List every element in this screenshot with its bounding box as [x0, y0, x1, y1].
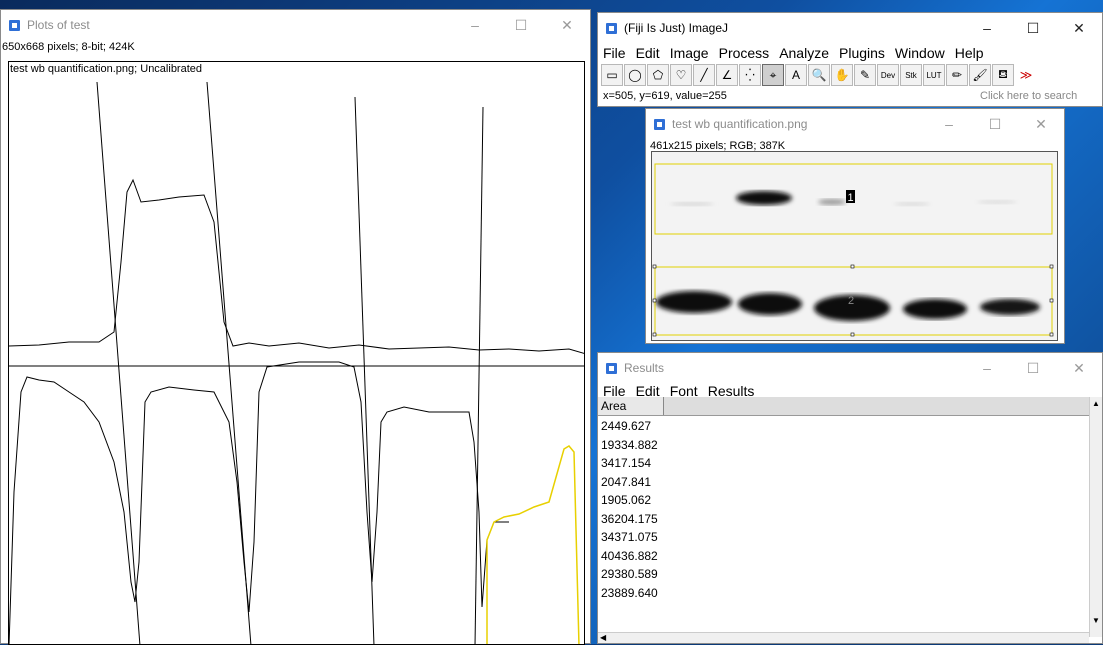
point-tool-icon[interactable]: ⁛ [739, 64, 761, 86]
menu-plugins[interactable]: Plugins [834, 45, 890, 61]
profile-plot-svg [9, 81, 584, 644]
results-window-title: Results [624, 361, 665, 375]
peak-divider-line [206, 81, 252, 644]
angle-tool-icon[interactable]: ∠ [716, 64, 738, 86]
peak-divider-line [96, 81, 141, 644]
text-tool-icon[interactable]: A [785, 64, 807, 86]
minimize-button[interactable]: – [452, 10, 498, 40]
pencil-tool-icon[interactable]: ✏ [946, 64, 968, 86]
selected-peak-curve [486, 445, 580, 644]
imagej-app-icon [606, 22, 617, 34]
roi-label-2: 2 [848, 295, 854, 307]
table-row[interactable]: 2047.841 [601, 473, 658, 492]
polygon-tool-icon[interactable]: ⬠ [647, 64, 669, 86]
table-row[interactable]: 19334.882 [601, 436, 658, 455]
lane-1-profile-curve [9, 178, 584, 354]
plots-titlebar[interactable]: Plots of test – ☐ ✕ [1, 10, 590, 40]
menu-file[interactable]: File [598, 45, 631, 61]
results-table-header: Area [598, 397, 1089, 416]
plots-image-info: 650x668 pixels; 8-bit; 424K [2, 41, 135, 53]
menu-help[interactable]: Help [950, 45, 989, 61]
image-window-title: test wb quantification.png [672, 117, 808, 131]
table-row[interactable]: 36204.175 [601, 510, 658, 529]
menu-process[interactable]: Process [714, 45, 775, 61]
brush-tool-icon[interactable]: 🖌 [969, 64, 991, 86]
stk-tool-icon[interactable]: Stk [900, 64, 922, 86]
close-button[interactable]: ✕ [544, 10, 590, 40]
dev-tool-icon[interactable]: Dev [877, 64, 899, 86]
close-button[interactable]: ✕ [1056, 353, 1102, 383]
maximize-button[interactable]: ☐ [972, 109, 1018, 139]
more-tools-icon[interactable]: ≫ [1015, 64, 1037, 86]
western-blot-image[interactable]: 1 2 [651, 151, 1058, 341]
menu-image[interactable]: Image [665, 45, 714, 61]
horizontal-scrollbar[interactable]: ◀ [598, 632, 1089, 643]
roi-label-1: 1 [847, 192, 853, 204]
line-tool-icon[interactable]: ╱ [693, 64, 715, 86]
imagej-app-icon [606, 362, 617, 374]
table-row[interactable]: 1905.062 [601, 491, 658, 510]
imagej-app-icon [654, 118, 665, 130]
table-row[interactable]: 2449.627 [601, 417, 658, 436]
rectangle-tool-icon[interactable]: ▭ [601, 64, 623, 86]
band-lane-5-bottom [980, 299, 1040, 315]
menu-edit[interactable]: Edit [631, 45, 665, 61]
table-row[interactable]: 40436.882 [601, 547, 658, 566]
freehand-tool-icon[interactable]: ♡ [670, 64, 692, 86]
status-bar: x=505, y=619, value=255 Click here to se… [598, 87, 1102, 105]
results-table-body: 2449.627 19334.882 3417.154 2047.841 1905.06… [601, 417, 658, 602]
western-blot-svg: 1 2 [652, 152, 1057, 340]
imagej-menubar: File Edit Image Process Analyze Plugins … [598, 43, 1102, 63]
peak-divider-line [474, 106, 484, 644]
table-row[interactable]: 29380.589 [601, 565, 658, 584]
lut-tool-icon[interactable]: LUT [923, 64, 945, 86]
band-lane-3-top [818, 199, 846, 205]
maximize-button[interactable]: ☐ [1010, 353, 1056, 383]
area-column-header[interactable]: Area [598, 397, 664, 415]
color-picker-tool-icon[interactable]: ✎ [854, 64, 876, 86]
imagej-window-title: (Fiji Is Just) ImageJ [624, 21, 729, 35]
imagej-app-icon [9, 19, 20, 31]
band-lane-2-bottom [738, 293, 802, 315]
plots-window[interactable]: Plots of test – ☐ ✕ 650x668 pixels; 8-bi… [0, 9, 591, 645]
vertical-scrollbar[interactable]: ▲ ▼ [1089, 397, 1102, 637]
scroll-left-icon[interactable]: ◀ [600, 633, 606, 642]
lane-2-profile-curve [9, 361, 509, 644]
scroll-up-icon[interactable]: ▲ [1092, 399, 1100, 408]
imagej-toolbar: ▭ ◯ ⬠ ♡ ╱ ∠ ⁛ ⌖ A 🔍 ✋ ✎ Dev Stk LUT ✏ 🖌 ⛾ ≫ [598, 63, 1102, 87]
wand-tool-icon[interactable]: ⌖ [762, 64, 784, 86]
maximize-button[interactable]: ☐ [1010, 13, 1056, 43]
minimize-button[interactable]: – [926, 109, 972, 139]
table-row[interactable]: 3417.154 [601, 454, 658, 473]
band-lane-2-top [736, 191, 792, 205]
magnifier-tool-icon[interactable]: 🔍 [808, 64, 830, 86]
oval-tool-icon[interactable]: ◯ [624, 64, 646, 86]
lane-profile-plot-canvas[interactable] [8, 61, 585, 645]
scroll-down-icon[interactable]: ▼ [1092, 616, 1100, 625]
minimize-button[interactable]: – [964, 13, 1010, 43]
band-lane-4-bottom [903, 299, 967, 319]
minimize-button[interactable]: – [964, 353, 1010, 383]
cursor-status-text: x=505, y=619, value=255 [603, 90, 727, 102]
results-titlebar[interactable]: Results – ☐ ✕ [598, 353, 1102, 383]
peak-divider-line [354, 96, 375, 644]
close-button[interactable]: ✕ [1018, 109, 1064, 139]
search-field[interactable]: Click here to search [976, 87, 1098, 105]
image-window[interactable]: test wb quantification.png – ☐ ✕ 461x215… [645, 108, 1065, 344]
menu-window[interactable]: Window [890, 45, 950, 61]
hand-tool-icon[interactable]: ✋ [831, 64, 853, 86]
flood-fill-tool-icon[interactable]: ⛾ [992, 64, 1014, 86]
plot-subtitle: test wb quantification.png; Uncalibrated [10, 63, 203, 75]
imagej-main-window[interactable]: (Fiji Is Just) ImageJ – ☐ ✕ File Edit Im… [597, 12, 1103, 107]
plots-window-title: Plots of test [27, 18, 90, 32]
maximize-button[interactable]: ☐ [498, 10, 544, 40]
image-titlebar[interactable]: test wb quantification.png – ☐ ✕ [646, 109, 1064, 139]
results-window[interactable]: Results – ☐ ✕ File Edit Font Results Are… [597, 352, 1103, 644]
band-lane-1-bottom [656, 291, 732, 313]
table-row[interactable]: 34371.075 [601, 528, 658, 547]
table-row[interactable]: 23889.640 [601, 584, 658, 603]
close-button[interactable]: ✕ [1056, 13, 1102, 43]
imagej-titlebar[interactable]: (Fiji Is Just) ImageJ – ☐ ✕ [598, 13, 1102, 43]
menu-analyze[interactable]: Analyze [774, 45, 834, 61]
